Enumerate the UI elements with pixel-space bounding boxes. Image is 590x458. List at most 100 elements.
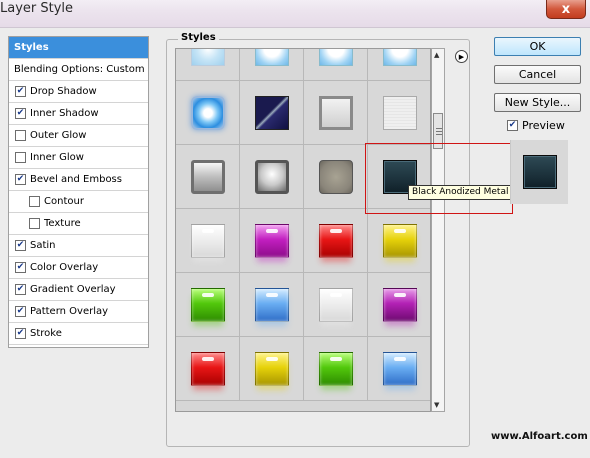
style-swatch-cell[interactable] [240, 273, 304, 337]
style-list-label: Inner Glow [30, 152, 84, 163]
style-swatch-olive-gray [318, 159, 353, 194]
style-swatch-cell[interactable] [304, 209, 368, 273]
style-swatch-purple [382, 287, 417, 322]
checkbox-texture[interactable] [29, 218, 40, 229]
checkbox-gradient-overlay[interactable]: ✔ [15, 284, 26, 295]
style-list-label: Outer Glow [30, 130, 87, 141]
style-swatch-silver-frame [318, 95, 353, 130]
thumb-grip-icon [436, 131, 442, 132]
swatch-highlight-icon [393, 356, 406, 361]
styles-scrollbar[interactable]: ▲ ▼ [431, 48, 445, 412]
style-swatch-cell[interactable] [368, 273, 430, 337]
style-swatch-cell[interactable] [304, 145, 368, 209]
style-list-item-inner-glow[interactable]: Inner Glow [9, 147, 148, 169]
ok-button[interactable]: OK [494, 37, 581, 56]
style-list-item-pattern-overlay[interactable]: ✔ Pattern Overlay [9, 301, 148, 323]
style-swatch-cell[interactable] [240, 209, 304, 273]
style-list-item-styles[interactable]: Styles [9, 37, 148, 59]
style-swatch-magenta [254, 223, 289, 258]
style-swatch-cell[interactable] [240, 145, 304, 209]
style-list-label: Contour [44, 196, 84, 207]
style-swatch-water-glow [254, 49, 289, 66]
checkbox-satin[interactable]: ✔ [15, 240, 26, 251]
style-swatch-cell[interactable] [176, 337, 240, 401]
style-list-item-satin[interactable]: ✔ Satin [9, 235, 148, 257]
style-list-label: Satin [30, 240, 56, 251]
title-bar: Layer Style x [0, 0, 590, 28]
style-list-label: Color Overlay [30, 262, 99, 273]
style-list-item-stroke[interactable]: ✔ Stroke [9, 323, 148, 345]
style-list-label: Stroke [30, 328, 62, 339]
style-swatch-blue-glow [190, 95, 225, 130]
style-swatch-water [190, 49, 225, 66]
style-list-item-gradient-overlay[interactable]: ✔ Gradient Overlay [9, 279, 148, 301]
style-list-item-bevel-and-emboss[interactable]: ✔ Bevel and Emboss [9, 169, 148, 191]
style-swatch-yellow [254, 351, 289, 386]
swatch-highlight-icon [201, 356, 214, 361]
swatch-highlight-icon [329, 292, 342, 297]
style-swatch-cell[interactable] [176, 81, 240, 145]
scroll-down-icon[interactable]: ▼ [434, 401, 439, 409]
style-list-label: Styles [14, 42, 49, 53]
checkbox-color-overlay[interactable]: ✔ [15, 262, 26, 273]
style-list-item-contour[interactable]: Contour [9, 191, 148, 213]
style-swatch-light-blue [254, 287, 289, 322]
swatch-highlight-icon [201, 292, 214, 297]
preview-checkbox-row[interactable]: ✔ Preview [507, 119, 565, 132]
close-button[interactable]: x [546, 0, 586, 19]
style-swatch-cell[interactable] [304, 49, 368, 81]
style-list-item-color-overlay[interactable]: ✔ Color Overlay [9, 257, 148, 279]
checkbox-drop-shadow[interactable]: ✔ [15, 86, 26, 97]
scroll-up-icon[interactable]: ▲ [434, 51, 439, 59]
checkbox-contour[interactable] [29, 196, 40, 207]
thumb-grip-icon [436, 134, 442, 135]
style-list-item-blending-options-custom[interactable]: Blending Options: Custom [9, 59, 148, 81]
style-swatch-cell[interactable] [368, 209, 430, 273]
checkbox-inner-shadow[interactable]: ✔ [15, 108, 26, 119]
swatch-tooltip: Black Anodized Metal [408, 185, 513, 200]
style-swatch-cell[interactable] [368, 81, 430, 145]
style-list-item-outer-glow[interactable]: Outer Glow [9, 125, 148, 147]
swatch-highlight-icon [393, 292, 406, 297]
style-swatch-cell[interactable] [368, 337, 430, 401]
style-list-item-drop-shadow[interactable]: ✔ Drop Shadow [9, 81, 148, 103]
style-swatch-cell[interactable] [240, 337, 304, 401]
style-list-label: Gradient Overlay [30, 284, 116, 295]
style-list-item-texture[interactable]: Texture [9, 213, 148, 235]
cancel-button[interactable]: Cancel [494, 65, 581, 84]
preview-checkbox[interactable]: ✔ [507, 120, 518, 131]
style-swatch-cell[interactable] [176, 209, 240, 273]
swatch-highlight-icon [265, 356, 278, 361]
style-swatch-cell[interactable] [368, 49, 430, 81]
style-swatch-cell[interactable] [176, 49, 240, 81]
checkbox-outer-glow[interactable] [15, 130, 26, 141]
style-swatch-water-glow [382, 49, 417, 66]
style-list-label: Bevel and Emboss [30, 174, 122, 185]
style-swatch-silver-plain [382, 95, 417, 130]
styles-menu-arrow-icon[interactable]: ▶ [455, 50, 468, 63]
checkbox-inner-glow[interactable] [15, 152, 26, 163]
highlight-rectangle [365, 143, 513, 214]
style-list-item-inner-shadow[interactable]: ✔ Inner Shadow [9, 103, 148, 125]
style-swatch-light-blue [382, 351, 417, 386]
style-swatch-yellow [382, 223, 417, 258]
style-swatch-cell[interactable] [240, 49, 304, 81]
checkbox-stroke[interactable]: ✔ [15, 328, 26, 339]
style-swatch-white [318, 287, 353, 322]
style-swatch-green [318, 351, 353, 386]
style-swatch-cell[interactable] [304, 81, 368, 145]
style-swatch-cell[interactable] [240, 81, 304, 145]
style-swatch-chrome [190, 159, 225, 194]
style-swatch-cell[interactable] [176, 145, 240, 209]
style-swatch-cell[interactable] [304, 273, 368, 337]
style-list-label: Inner Shadow [30, 108, 99, 119]
style-swatch-cell[interactable] [176, 273, 240, 337]
swatch-highlight-icon [265, 228, 278, 233]
style-list-label: Texture [44, 218, 81, 229]
style-swatch-cell[interactable] [304, 337, 368, 401]
swatch-highlight-icon [201, 228, 214, 233]
checkbox-pattern-overlay[interactable]: ✔ [15, 306, 26, 317]
new-style-button[interactable]: New Style... [494, 93, 581, 112]
checkbox-bevel-and-emboss[interactable]: ✔ [15, 174, 26, 185]
window-title: Layer Style [0, 1, 74, 16]
